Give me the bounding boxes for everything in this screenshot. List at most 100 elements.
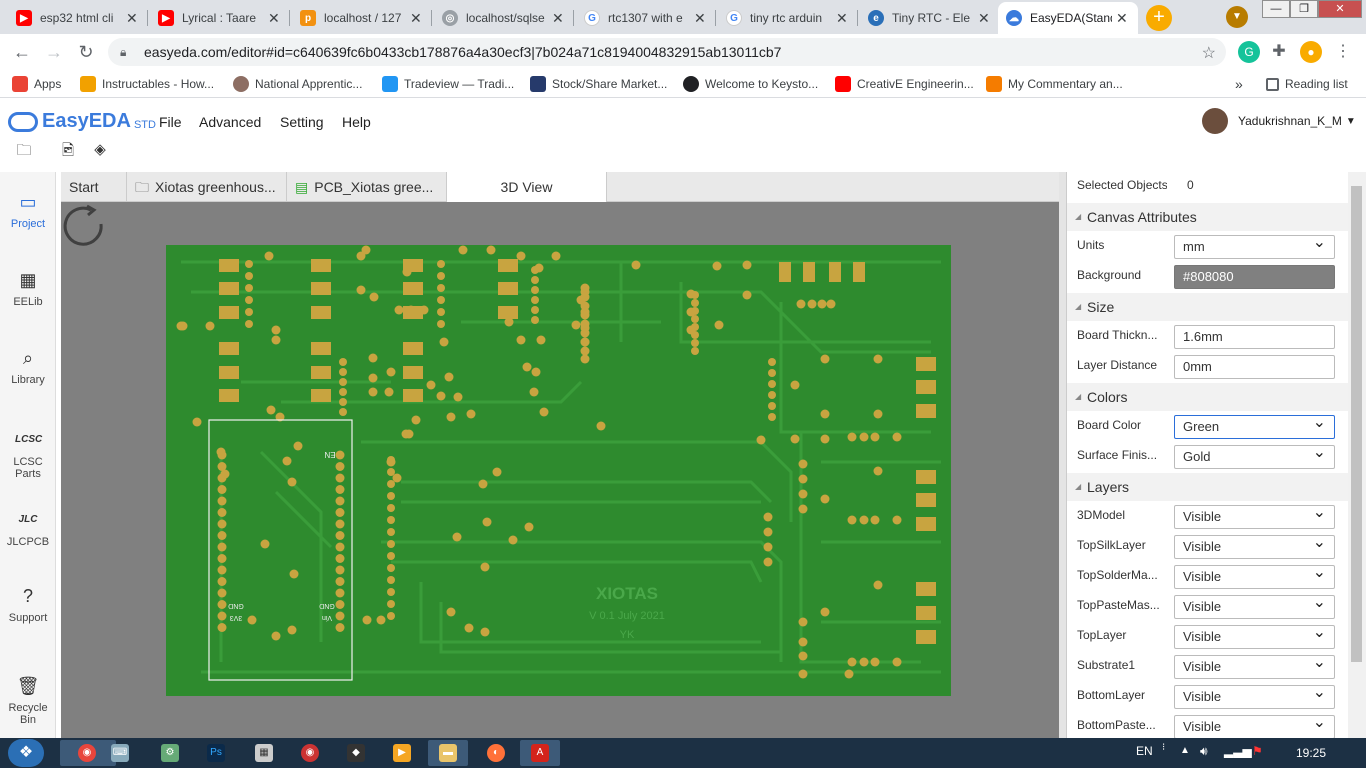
language-indicator[interactable]: EN <box>1136 744 1153 758</box>
menu-file[interactable]: File <box>159 114 182 130</box>
section-layers[interactable]: Layers <box>1067 473 1348 501</box>
forward-arrow-icon[interactable]: → <box>42 40 66 64</box>
sidebar-item-project[interactable]: ▭ Project <box>0 190 56 230</box>
bookmark-apps[interactable]: Apps <box>12 75 61 93</box>
layer-visibility-select[interactable]: Visible <box>1174 532 1335 559</box>
layer-visibility-select[interactable]: Visible <box>1174 652 1335 679</box>
browser-tab[interactable]: p localhost / 127 ✕ <box>292 2 432 34</box>
sidebar-item-eelib[interactable]: ▦ EELib <box>0 268 56 308</box>
units-select[interactable]: mm <box>1174 232 1335 259</box>
layer-distance-input[interactable]: 0mm <box>1174 355 1335 379</box>
close-tab-icon[interactable]: ✕ <box>126 10 140 27</box>
new-tab-button[interactable]: + <box>1146 5 1172 31</box>
browser-tab[interactable]: ▶ Lyrical : Taare ✕ <box>150 2 290 34</box>
export-image-icon[interactable]: 🖻 <box>58 140 78 159</box>
menu-advanced[interactable]: Advanced <box>199 114 261 130</box>
menu-help[interactable]: Help <box>342 114 371 130</box>
sidebar-item-recycle-bin[interactable]: 🗑︎ Recycle Bin <box>0 674 56 726</box>
section-canvas-attributes[interactable]: Canvas Attributes <box>1067 203 1348 231</box>
taskbar-media[interactable]: ▶ <box>382 740 422 766</box>
taskbar-app[interactable]: ⚙ <box>150 740 190 766</box>
browser-tab-active[interactable]: ☁ EasyEDA(Stand ✕ <box>998 2 1138 34</box>
taskbar-keyboard[interactable]: ⌨ <box>100 740 140 766</box>
volume-icon[interactable]: 🔊︎ <box>1200 744 1208 759</box>
extensions-puzzle-icon[interactable]: ✚ <box>1268 41 1290 63</box>
tab-schematic[interactable]: 🗀 Xiotas greenhous... <box>127 172 287 202</box>
bookmark-star-icon[interactable]: ☆ <box>1202 43 1216 63</box>
bookmark-item[interactable]: Welcome to Keysto... <box>683 75 818 93</box>
board-thickness-input[interactable]: 1.6mm <box>1174 325 1335 349</box>
flag-icon[interactable]: ⚑ <box>1252 744 1263 758</box>
taskbar-calculator[interactable]: ▦ <box>244 740 284 766</box>
close-tab-icon[interactable]: ✕ <box>1116 10 1130 27</box>
tab-search-icon[interactable]: ▼ <box>1226 6 1248 28</box>
bookmark-item[interactable]: National Apprentic... <box>233 75 362 93</box>
bookmark-item[interactable]: Stock/Share Market... <box>530 75 667 93</box>
menu-setting[interactable]: Setting <box>280 114 324 130</box>
sidebar-item-jlcpcb[interactable]: JLC JLCPCB <box>0 508 56 548</box>
3d-view-canvas[interactable]: EN GND 3V3 GND Vin XIOTAS V 0.1 July 202… <box>61 202 1059 738</box>
bookmark-item[interactable]: Tradeview — Tradi... <box>382 75 514 93</box>
taskbar-firefox[interactable]: ◐ <box>476 740 516 766</box>
reload-icon[interactable]: ↻ <box>74 40 98 64</box>
browser-tab[interactable]: G rtc1307 with e ✕ <box>576 2 716 34</box>
section-colors[interactable]: Colors <box>1067 383 1348 411</box>
close-tab-icon[interactable]: ✕ <box>410 10 424 27</box>
minimize-button[interactable]: — <box>1262 0 1290 18</box>
taskbar-acrobat[interactable]: A <box>520 740 560 766</box>
ime-icon[interactable]: ⁝ <box>1162 742 1165 753</box>
open-folder-icon[interactable]: 🗀 <box>14 140 34 159</box>
more-menu-icon[interactable]: ⋮ <box>1332 41 1354 63</box>
panel-splitter[interactable] <box>1059 172 1066 738</box>
taskbar-app[interactable]: ◆ <box>336 740 376 766</box>
close-tab-icon[interactable]: ✕ <box>978 10 992 27</box>
tab-3d-view[interactable]: 3D View <box>447 172 607 202</box>
taskbar-explorer[interactable]: ▬ <box>428 740 468 766</box>
back-arrow-icon[interactable]: ← <box>10 40 34 64</box>
layer-visibility-select[interactable]: Visible <box>1174 622 1335 649</box>
more-bookmarks-chevron-icon[interactable]: » <box>1235 75 1243 93</box>
layer-visibility-select[interactable]: Visible <box>1174 592 1335 619</box>
layer-visibility-select[interactable]: Visible <box>1174 502 1335 529</box>
browser-tab[interactable]: e Tiny RTC - Ele ✕ <box>860 2 1000 34</box>
scrollbar-thumb[interactable] <box>1351 186 1362 662</box>
layer-visibility-select[interactable]: Visible <box>1174 562 1335 589</box>
bookmark-item[interactable]: Instructables - How... <box>80 75 214 93</box>
close-tab-icon[interactable]: ✕ <box>836 10 850 27</box>
maximize-button[interactable]: ❐ <box>1290 0 1318 18</box>
sidebar-item-library[interactable]: ⌕ Library <box>0 346 56 386</box>
windows-start-icon[interactable]: ❖ <box>8 739 44 767</box>
pcb-board-render[interactable]: EN GND 3V3 GND Vin XIOTAS V 0.1 July 202… <box>61 202 1059 738</box>
user-menu[interactable]: Yadukrishnan_K_M ▼ <box>1202 108 1356 134</box>
rotate-view-icon[interactable] <box>61 202 109 250</box>
taskbar-photoshop[interactable]: Ps <box>196 740 236 766</box>
taskbar-app[interactable]: ◉ <box>290 740 330 766</box>
layer-visibility-select[interactable]: Visible <box>1174 712 1335 738</box>
browser-tab[interactable]: G tiny rtc arduin ✕ <box>718 2 858 34</box>
taskbar-clock[interactable]: 19:25 <box>1296 746 1326 760</box>
surface-finish-select[interactable]: Gold <box>1174 442 1335 469</box>
tab-start[interactable]: Start <box>61 172 127 202</box>
network-signal-icon[interactable]: ▂▃▅ <box>1224 744 1252 758</box>
close-tab-icon[interactable]: ✕ <box>552 10 566 27</box>
address-bar[interactable]: 🔒︎ easyeda.com/editor#id=c640639fc6b0433… <box>108 38 1226 66</box>
section-size[interactable]: Size <box>1067 293 1348 321</box>
close-window-button[interactable]: ✕ <box>1318 0 1362 18</box>
close-tab-icon[interactable]: ✕ <box>694 10 708 27</box>
tray-up-arrow-icon[interactable]: ▲ <box>1180 745 1190 756</box>
layers-icon[interactable]: ◈ <box>90 140 110 158</box>
layer-visibility-select[interactable]: Visible <box>1174 682 1335 709</box>
profile-icon[interactable]: ● <box>1300 41 1322 63</box>
bookmark-item[interactable]: CreativE Engineerin... <box>835 75 974 93</box>
grammarly-icon[interactable]: G <box>1238 41 1260 63</box>
background-color-field[interactable]: #808080 <box>1174 265 1335 289</box>
tab-pcb[interactable]: ▤ PCB_Xiotas gree... <box>287 172 447 202</box>
browser-tab[interactable]: ▶ esp32 html cli ✕ <box>8 2 148 34</box>
board-color-select[interactable]: Green <box>1174 412 1335 439</box>
bookmark-item[interactable]: My Commentary an... <box>986 75 1123 93</box>
browser-tab[interactable]: ◎ localhost/sqlse ✕ <box>434 2 574 34</box>
sidebar-item-lcsc[interactable]: LCSC LCSC Parts <box>0 428 56 480</box>
panel-scrollbar[interactable] <box>1348 172 1366 738</box>
reading-list-button[interactable]: Reading list <box>1266 75 1348 93</box>
close-tab-icon[interactable]: ✕ <box>268 10 282 27</box>
